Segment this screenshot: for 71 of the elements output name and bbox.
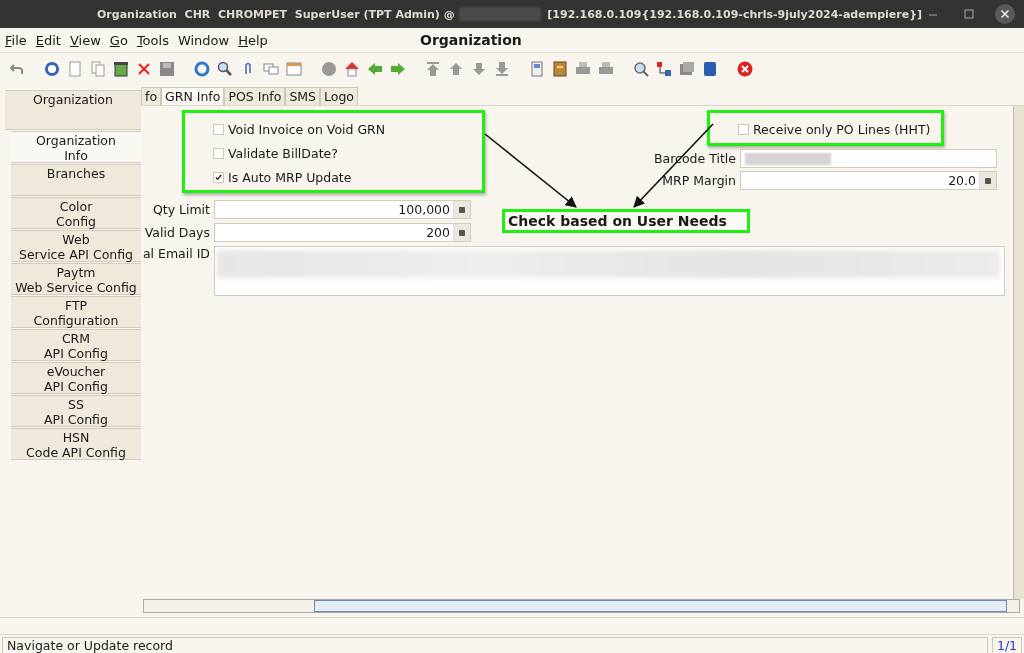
input-field[interactable]: 200 xyxy=(214,223,471,242)
arrow-right-icon[interactable] xyxy=(389,60,407,78)
checkbox-label: Is Auto MRP Update xyxy=(228,169,352,185)
home-icon[interactable] xyxy=(343,60,361,78)
tab[interactable]: fo xyxy=(141,87,162,105)
checkbox[interactable] xyxy=(738,123,749,135)
tab[interactable]: GRN Info xyxy=(161,87,225,105)
window-icon[interactable] xyxy=(678,60,696,78)
side-tab[interactable]: Organization xyxy=(5,90,141,130)
side-tab[interactable]: Branches xyxy=(11,164,141,196)
checkbox-label: Void Invoice on Void GRN xyxy=(228,121,386,137)
horizontal-scrollbar[interactable] xyxy=(143,599,1020,613)
calculator-button[interactable] xyxy=(979,172,996,189)
field-label: al Email ID xyxy=(141,246,210,261)
side-tab[interactable]: SS API Config xyxy=(11,395,141,427)
checkbox-label: Validate BillDate? xyxy=(228,145,338,161)
last-record-icon[interactable] xyxy=(493,60,511,78)
form-title: Organization xyxy=(420,32,522,48)
zoom-icon[interactable] xyxy=(632,60,650,78)
field-label: Valid Days xyxy=(143,225,210,240)
archive-icon[interactable] xyxy=(551,60,569,78)
status-message: Navigate or Update record xyxy=(2,637,988,653)
search-icon[interactable] xyxy=(216,60,234,78)
tab[interactable]: Logo xyxy=(320,87,358,105)
checkbox[interactable] xyxy=(213,171,224,183)
calculator-button[interactable] xyxy=(453,201,470,218)
checkbox[interactable] xyxy=(213,147,224,159)
vertical-scrollbar[interactable] xyxy=(1013,106,1024,599)
menu-item[interactable]: Window xyxy=(172,32,234,48)
input-field[interactable]: 100,000 xyxy=(214,200,471,219)
annotation-label: Check based on User Needs xyxy=(502,209,750,233)
close-button[interactable] xyxy=(994,3,1016,25)
side-tab[interactable]: Organization Info xyxy=(11,131,141,163)
chat-icon[interactable] xyxy=(262,60,280,78)
checkbox[interactable] xyxy=(213,123,224,135)
workflow-icon[interactable] xyxy=(655,60,673,78)
side-tab[interactable]: FTP Configuration xyxy=(11,296,141,328)
record-counter: 1/1 xyxy=(992,637,1022,653)
save-icon[interactable] xyxy=(158,60,176,78)
input-field[interactable] xyxy=(740,149,997,168)
menu-item[interactable]: View xyxy=(64,32,105,48)
input-field[interactable] xyxy=(214,246,1005,296)
menu-item[interactable]: File xyxy=(0,32,31,48)
close-icon[interactable] xyxy=(736,60,754,78)
field-label: Qty Limit xyxy=(151,202,210,217)
arrow-left-icon[interactable] xyxy=(366,60,384,78)
menu-item[interactable]: Go xyxy=(104,32,132,48)
square-icon[interactable] xyxy=(701,60,719,78)
field-label: MRP Margin xyxy=(661,173,736,188)
input-field[interactable]: 20.0 xyxy=(740,171,997,190)
trash-icon[interactable] xyxy=(112,60,130,78)
side-tab[interactable]: Color Config xyxy=(11,197,141,229)
report-icon[interactable] xyxy=(528,60,546,78)
tab[interactable]: POS Info xyxy=(224,87,286,105)
calculator-button[interactable] xyxy=(453,224,470,241)
side-tab[interactable]: HSN Code API Config xyxy=(11,428,141,460)
connection-info: [192.168.0.109{192.168.0.109-chrls-9july2024-adempiere}] xyxy=(547,7,922,21)
menu-item[interactable]: Edit xyxy=(30,32,65,48)
window-title: Organization CHR CHROMPET SuperUser (TPT Admin) @ xyxy=(97,7,455,21)
checkbox-label: Receive only PO Lines (HHT) xyxy=(753,121,931,137)
new-document-icon[interactable] xyxy=(66,60,84,78)
first-record-icon[interactable] xyxy=(424,60,442,78)
side-tab[interactable]: eVoucher API Config xyxy=(11,362,141,394)
menu-item[interactable]: Help xyxy=(233,32,272,48)
copy-icon[interactable] xyxy=(89,60,107,78)
side-tab[interactable]: Paytm Web Service Config xyxy=(11,263,141,295)
menu-item[interactable]: Tools xyxy=(131,32,173,48)
side-tab[interactable]: Web Service API Config xyxy=(11,230,141,262)
tab[interactable]: SMS xyxy=(285,87,321,105)
form-icon[interactable] xyxy=(285,60,303,78)
circle-icon[interactable] xyxy=(320,60,338,78)
